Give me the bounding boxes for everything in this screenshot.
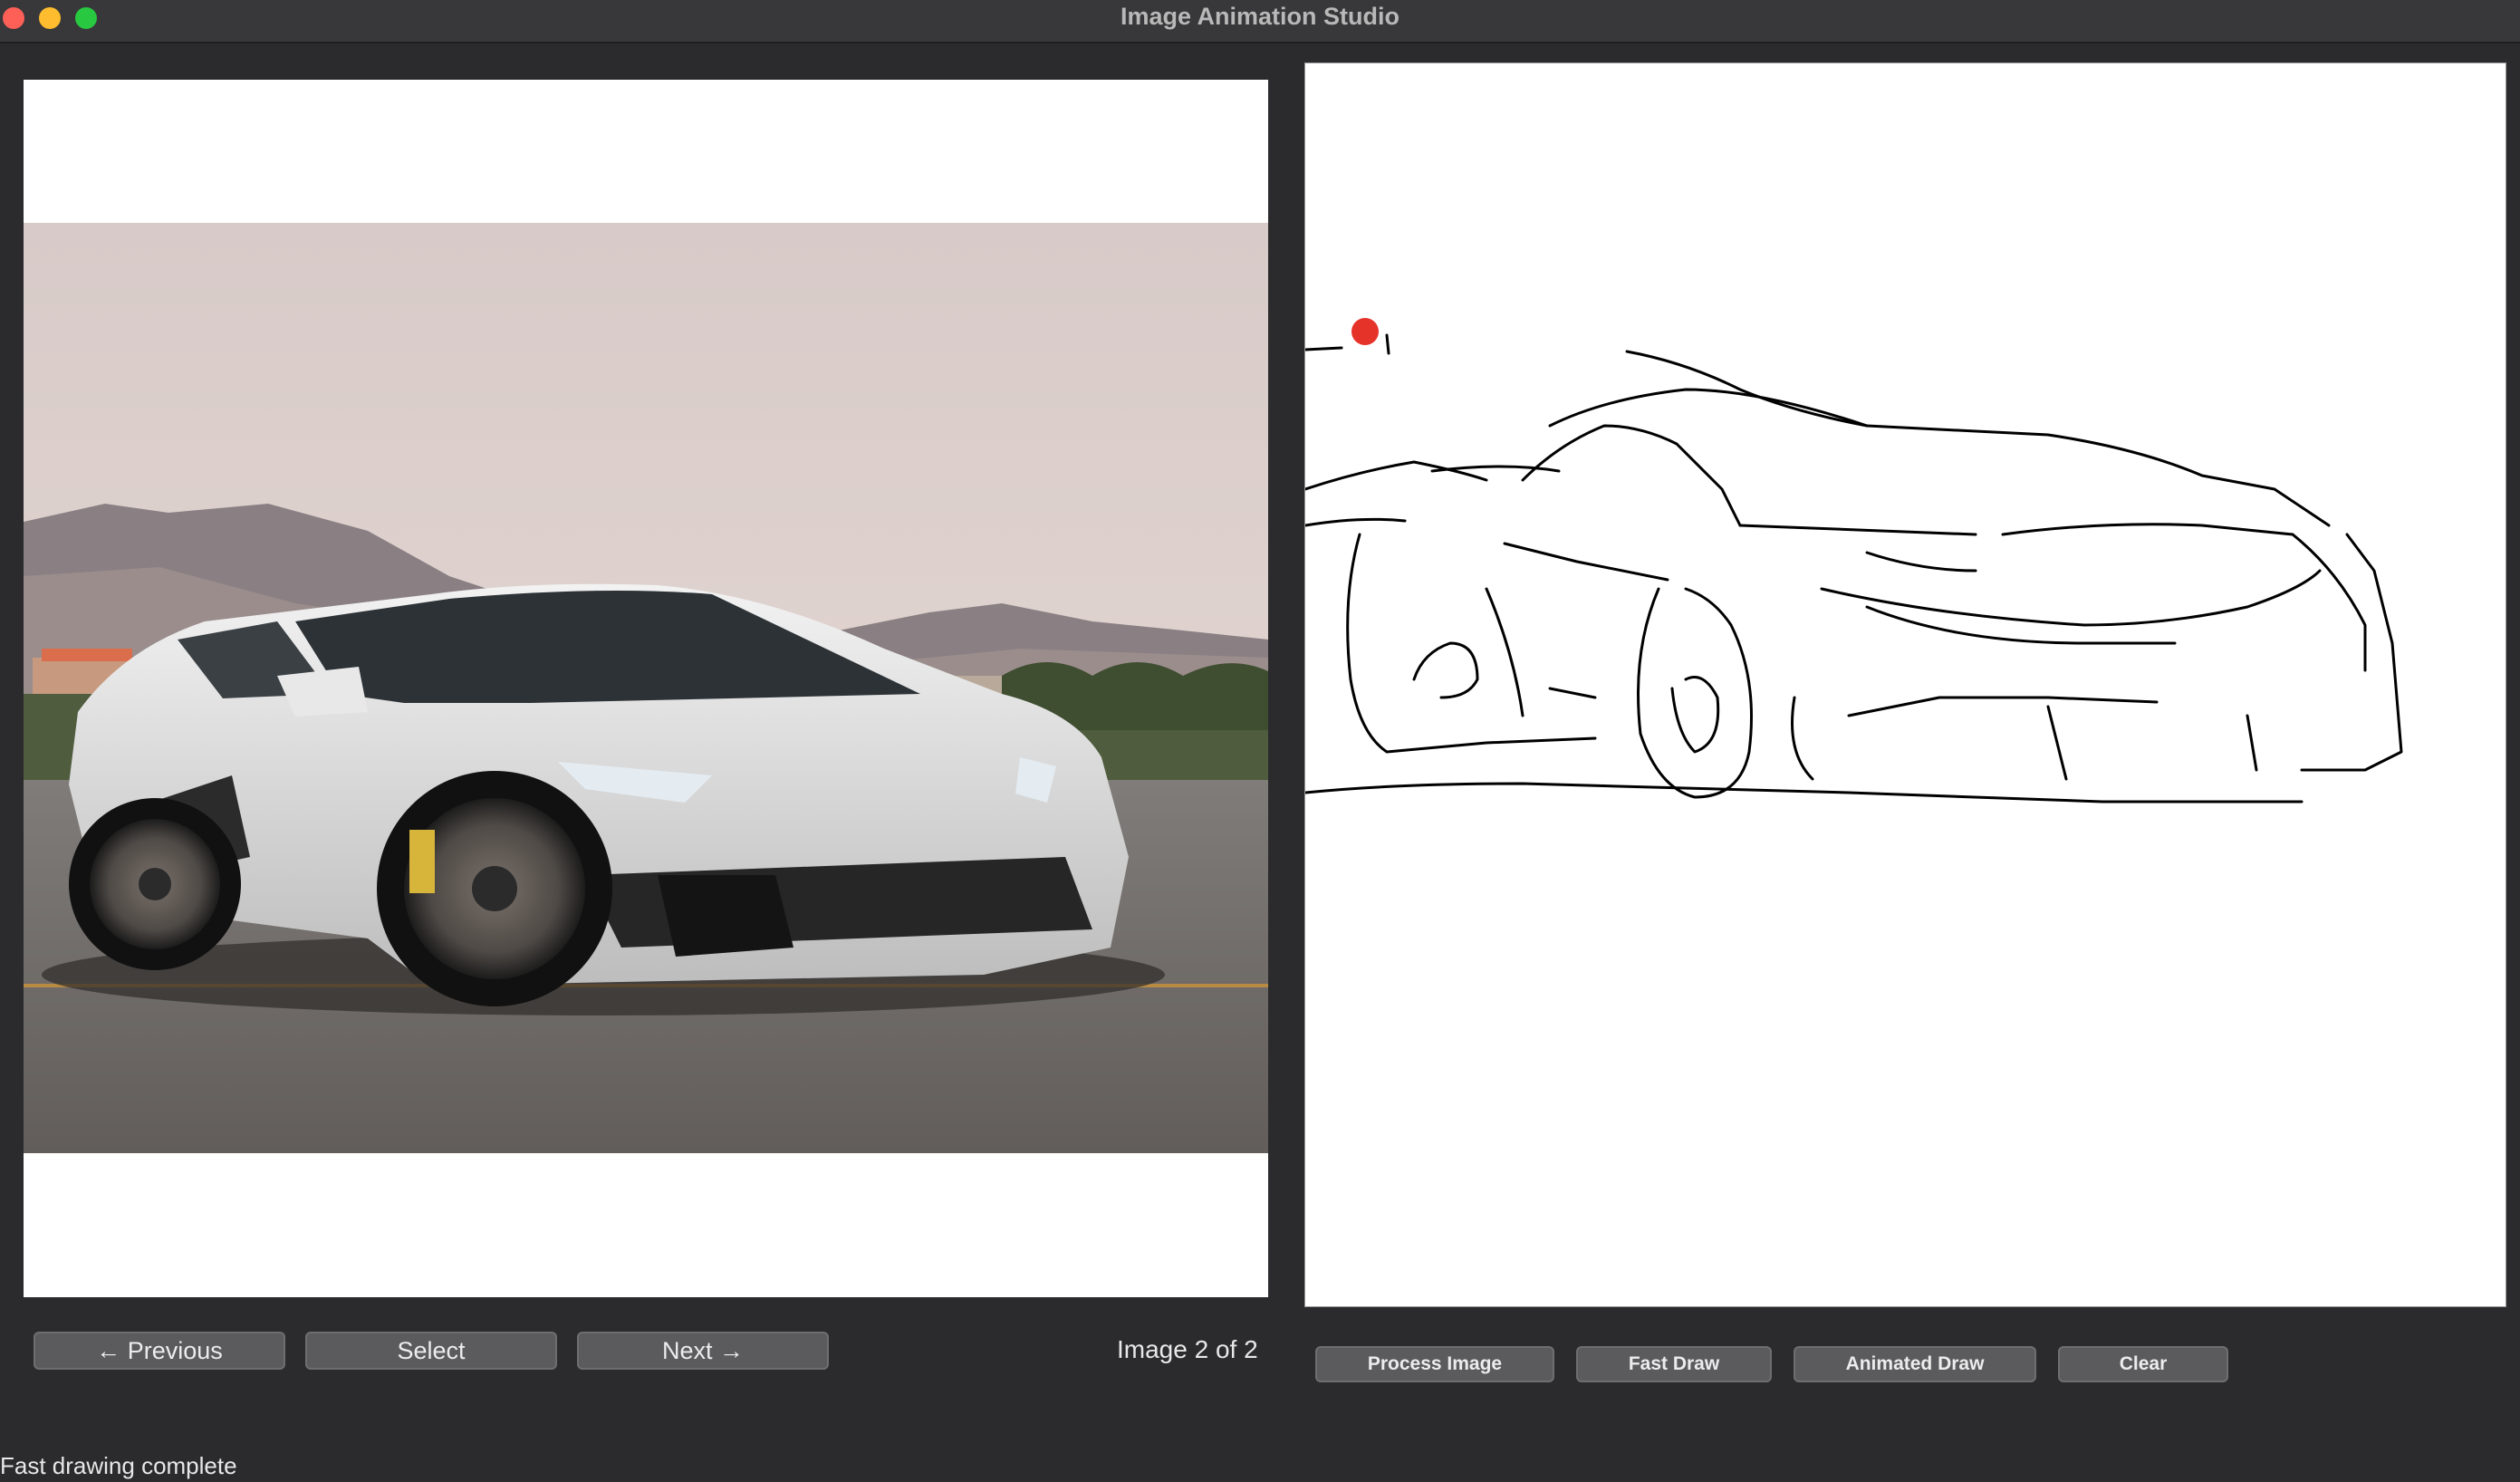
previous-button-label: ← Previous [96,1337,223,1364]
fast-draw-label: Fast Draw [1628,1353,1720,1374]
process-image-button[interactable]: Process Image [1315,1346,1554,1382]
edge-drawing [1303,318,2403,804]
clear-label: Clear [2119,1353,2168,1374]
clear-button[interactable]: Clear [2058,1346,2228,1382]
previous-button[interactable]: ← Previous [34,1332,285,1370]
car-photo [24,223,1268,1153]
animated-draw-button[interactable]: Animated Draw [1794,1346,2036,1382]
process-image-label: Process Image [1367,1353,1503,1374]
select-button[interactable]: Select [305,1332,557,1370]
source-image-panel [24,80,1268,1297]
car-photo-graphic [24,223,1268,1153]
drawing-canvas[interactable] [1303,63,2506,1307]
status-text: Fast drawing complete [0,1452,237,1479]
fast-draw-button[interactable]: Fast Draw [1576,1346,1772,1382]
animated-draw-label: Animated Draw [1845,1353,1985,1374]
window-title: Image Animation Studio [1120,3,1399,30]
select-button-label: Select [397,1337,466,1364]
next-button-label: Next → [661,1337,745,1364]
title-bar: Image Animation Studio [0,0,2520,43]
next-button[interactable]: Next → [577,1332,829,1370]
image-counter: Image 2 of 2 [1117,1335,1258,1363]
pen-position-marker [1351,318,1379,345]
